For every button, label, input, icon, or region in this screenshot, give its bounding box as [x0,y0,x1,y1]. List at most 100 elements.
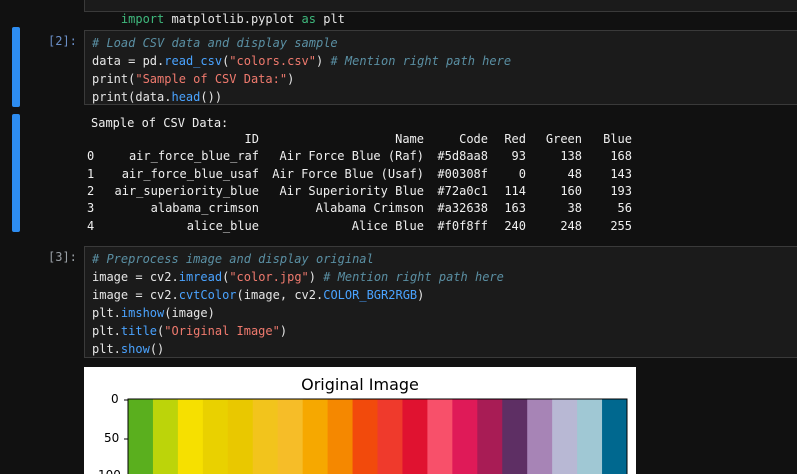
code-token: show [120,342,150,356]
column-header: Green [545,132,582,147]
color-stripe [128,399,154,474]
color-stripe [202,399,229,474]
table-cell: 56 [617,201,632,216]
table-cell: Alice Blue [351,218,424,233]
table-cell: air_force_blue_raf [128,149,259,164]
code-token: ) [287,72,295,86]
table-row: 1 air_force_blue_usaf Air Force Blue (Usaf… [87,166,632,183]
color-stripe [227,399,254,474]
table-cell: 2 [87,184,95,199]
column-header: Code [459,132,488,147]
code-token: "colors.csv" [229,54,316,68]
code-line: # Preprocess image and display original [92,250,374,268]
code-line: data = pd.read_csv("colors.csv") # Menti… [92,52,511,70]
code-token: pd. [135,54,165,68]
code-token: ) [308,270,324,284]
table-cell: Air Force Blue (Raf) [279,149,425,164]
code-cell-1[interactable]: import matplotlib.pyplot as plt [84,0,797,26]
table-cell: 0 [87,149,95,164]
color-stripe [152,399,179,474]
dataframe-output: ID Name Code Red Green Blue 0 air_force_blue_ra… [87,131,632,235]
color-stripe [327,399,354,474]
code-token: read_csv [164,54,223,68]
code-token: head [171,90,201,104]
color-stripe [377,399,403,474]
color-stripe [302,399,329,474]
table-row: 3 alabama_crimson Alabama Crimson #a32638 16… [87,200,632,217]
code-token: (image, cv2. [236,288,324,302]
code-line: image = cv2.cvtColor(image, cv2.COLOR_BG… [92,286,424,304]
table-cell: #f0f8ff [437,218,488,233]
output-header: Sample of CSV Data: [91,116,229,130]
code-token: COLOR_BGR2RGB [323,288,418,302]
module-name: matplotlib.pyplot [164,12,302,26]
code-token: # Preprocess image and display original [92,252,374,266]
code-token: cv2. [142,288,179,302]
table-cell: 0 [518,166,526,181]
code-token: (image) [164,306,215,320]
code-token: plt. [92,342,121,356]
table-cell: alice_blue [186,218,259,233]
table-cell: 4 [87,218,95,233]
color-stripe [252,399,279,474]
table-cell: 193 [610,184,632,199]
table-cell: 248 [560,218,582,233]
code-token: cvtColor [178,288,237,302]
code-cell-2[interactable]: # Load CSV data and display sample data =… [84,30,797,105]
table-cell: 168 [610,149,632,164]
code-line: print(data.head()) [92,88,222,106]
y-tick-label: 0 [111,392,119,406]
code-line: import matplotlib.pyplot as plt [92,0,345,26]
code-token: plt. [92,324,121,338]
table-cell: 163 [504,201,526,216]
code-token: # Load CSV data and display sample [92,36,338,50]
code-line: image = cv2.imread("color.jpg") # Mentio… [92,268,504,286]
code-token: # Mention right path here [330,54,512,68]
y-tick-label: 50 [104,431,120,445]
table-cell: 3 [87,201,95,216]
code-token: plt. [92,306,121,320]
color-stripe [577,399,603,474]
code-token: "Sample of CSV Data:" [135,72,288,86]
table-cell: Air Force Blue (Usaf) [272,166,424,181]
table-cell: 138 [560,149,582,164]
code-line: plt.title("Original Image") [92,322,287,340]
code-line: print("Sample of CSV Data:") [92,70,294,88]
code-token: ) [316,54,331,68]
matplotlib-figure: Original Image 0 50 100 [84,367,636,474]
table-cell: 143 [610,166,632,181]
code-cell-3[interactable]: # Preprocess image and display original i… [84,246,797,358]
code-token: image [92,270,136,284]
table-cell: air_force_blue_usaf [121,166,259,181]
color-stripe [502,399,528,474]
color-stripe [552,399,578,474]
color-stripe [452,399,478,474]
table-cell: Alabama Crimson [315,201,424,216]
code-token: "Original Image" [164,324,280,338]
table-cell: 160 [560,184,582,199]
column-header: Red [504,132,526,147]
code-line: # Load CSV data and display sample [92,34,338,52]
cell-prompt: [2]: [48,34,77,48]
code-token: "color.jpg" [229,270,309,284]
table-cell: #5d8aa8 [437,149,488,164]
table-cell: air_superiority_blue [114,184,260,199]
table-row: 2 air_superiority_blue Air Superiority Blu… [87,183,632,200]
table-cell: 114 [504,184,526,199]
code-line: plt.imshow(image) [92,304,215,322]
table-cell: 38 [567,201,582,216]
column-header [87,131,109,148]
alias: plt [316,12,345,26]
output-selection-bar[interactable] [12,114,20,232]
table-row: 4 alice_blue Alice Blue #f0f8ff 240 248 255 [87,217,632,234]
code-token: cv2. [142,270,179,284]
code-token: () [149,342,165,356]
color-stripe [527,399,553,474]
table-cell: #a32638 [437,201,488,216]
table-cell: #00308f [437,166,488,181]
cell-selection-bar[interactable] [12,27,20,107]
table-row: 0 air_force_blue_raf Air Force Blue (Raf) #… [87,148,632,165]
code-token: print [92,90,129,104]
table-cell: #72a0c1 [437,184,488,199]
column-header: Name [395,132,424,147]
